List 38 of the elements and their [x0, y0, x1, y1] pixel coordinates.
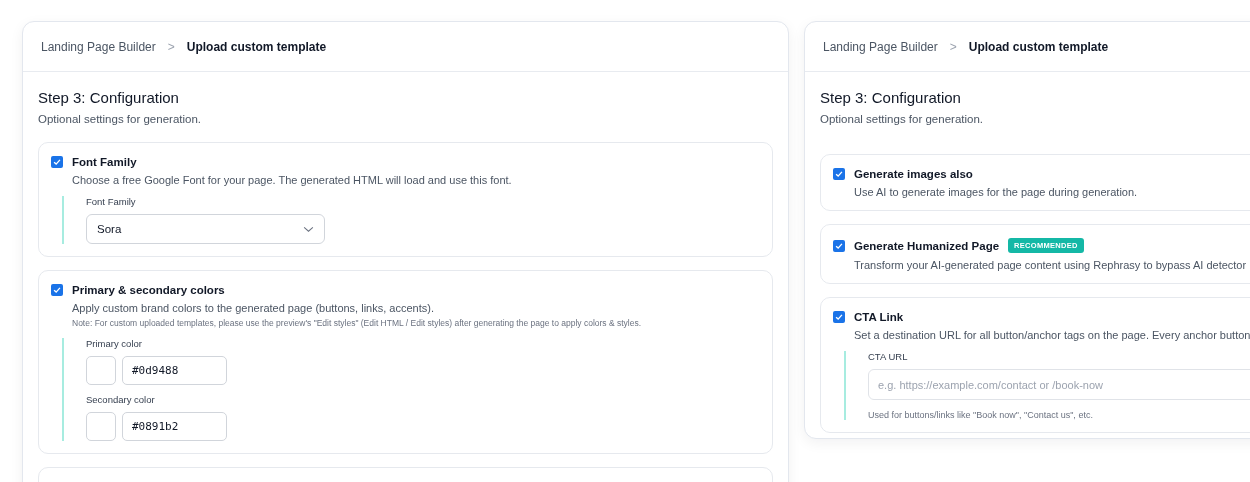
url-input[interactable]: e.g. https://example.com/contact or /book-now [868, 369, 1250, 400]
option-note: Note: For custom uploaded templates, please use the preview's "Edit styles" (Edit HTML / Edit styles) after generating the page to apply colors & styles. [72, 318, 643, 328]
option-description: Transform your AI-generated page content using Rephrasy to bypass AI detector [854, 259, 1248, 271]
option-description: Set a destination URL for all button/anchor tags on the page. Every anchor button [854, 329, 1250, 341]
breadcrumb-current: Upload custom template [968, 39, 1109, 54]
hex-input[interactable]: #0d9488 [122, 356, 227, 385]
option-title: Font Family [72, 156, 137, 168]
breadcrumb-link[interactable]: Landing Page Builder [823, 39, 938, 54]
option-description: Use AI to generate images for the page during generation. [854, 186, 1139, 198]
option-title: Generate images also [854, 168, 973, 180]
breadcrumb-link[interactable]: Landing Page Builder [41, 39, 156, 54]
option-title: CTA Link [854, 311, 904, 323]
hex-input[interactable]: #0891b2 [122, 412, 227, 441]
section-title: Step 3: Configuration [38, 89, 180, 106]
option-title: Primary & secondary colors [72, 284, 225, 296]
option-title: Generate Humanized Page [854, 239, 1000, 252]
checkbox[interactable] [51, 284, 63, 296]
section-subtitle: Optional settings for generation. [38, 113, 203, 125]
checkbox[interactable] [833, 239, 845, 252]
option-description: Apply custom brand colors to the generated page (buttons, links, accents). [72, 302, 435, 314]
chevron-down-icon [303, 225, 314, 233]
checkbox[interactable] [51, 156, 63, 168]
color-swatch[interactable] [86, 356, 116, 385]
field-label: Font Family [86, 196, 137, 207]
help-text: Used for buttons/links like "Book now", "Contact us", etc. [868, 410, 1094, 420]
section-title: Step 3: Configuration [820, 89, 962, 106]
color-swatch[interactable] [86, 412, 116, 441]
section-subtitle: Optional settings for generation. [820, 113, 985, 125]
field-label: Secondary color [86, 394, 156, 405]
breadcrumb-separator: > [167, 39, 175, 54]
breadcrumb-separator: > [949, 39, 957, 54]
field-label: Primary color [86, 338, 143, 349]
breadcrumb-current: Upload custom template [186, 39, 327, 54]
checkbox[interactable] [833, 168, 845, 180]
option-description: Choose a free Google Font for your page. The generated HTML will load and use this font. [72, 174, 513, 186]
font-select[interactable]: Sora [86, 214, 325, 244]
field-label: CTA URL [868, 351, 909, 362]
checkbox[interactable] [833, 311, 845, 323]
